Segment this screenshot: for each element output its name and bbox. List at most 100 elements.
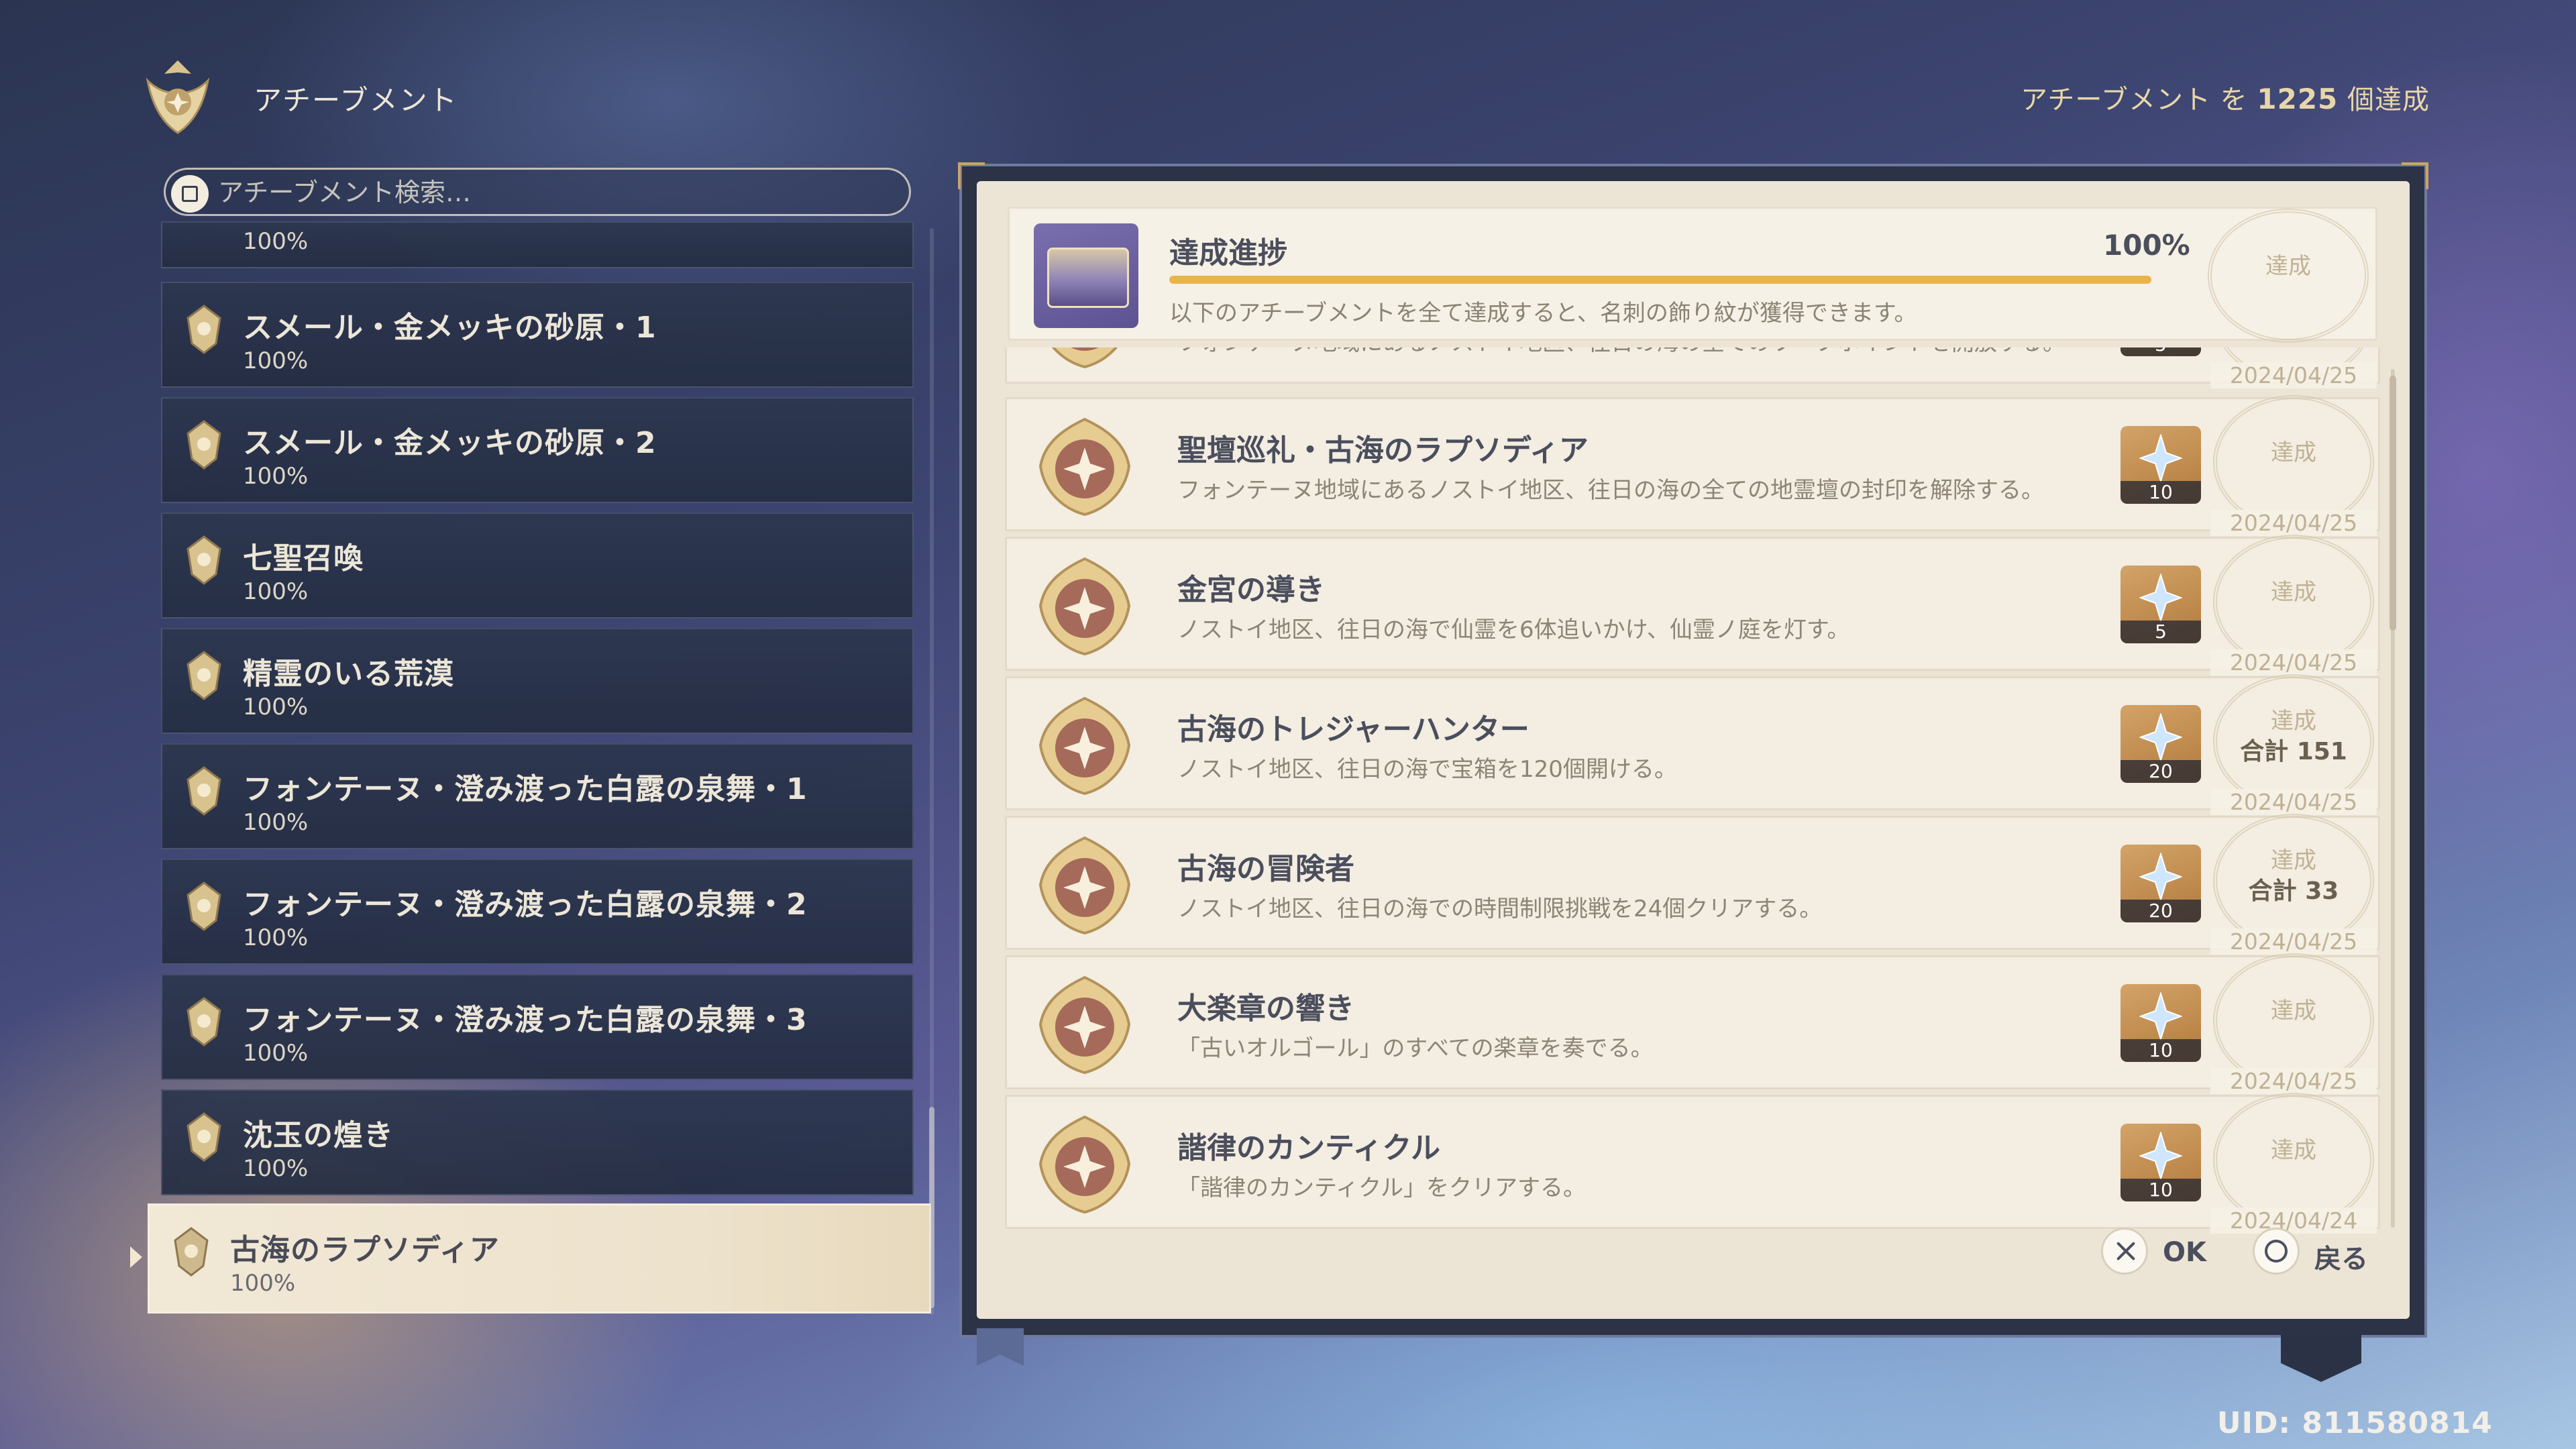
achievement-description: ノストイ地区、往日の海で仙霊を6体追いかけ、仙霊ノ庭を灯す。 [1177, 616, 1850, 643]
completion-date: 2024/04/25 [2210, 649, 2377, 676]
category-name: フォンテーヌ・澄み渡った白露の泉舞・1 [243, 772, 808, 806]
search-input[interactable] [217, 174, 890, 211]
achievement-description: 「古いオルゴール」のすべての楽章を奏でる。 [1177, 1035, 1654, 1062]
detail-panel: 達成進捗 100% 以下のアチーブメントを全て達成すると、名刺の飾り紋が獲得でき… [977, 181, 2410, 1319]
reward-quantity: 10 [2121, 481, 2201, 504]
primogem-icon [2139, 853, 2182, 901]
completion-date: 2024/04/25 [2210, 1068, 2377, 1094]
primogem-reward: 5 [2121, 347, 2201, 356]
category-item-selected[interactable]: 古海のラプソディア 100% [148, 1203, 931, 1313]
stamp-label: 達成 [2265, 253, 2311, 280]
achievement-medal-icon [1051, 347, 1118, 369]
stamp-label: 達成 [2271, 847, 2316, 874]
achievement-medal-icon [1038, 1115, 1131, 1214]
primogem-reward: 20 [2121, 705, 2201, 783]
user-id: UID: 811580814 [2216, 1406, 2493, 1440]
achievement-row[interactable]: 古海のトレジャーハンター ノストイ地区、往日の海で宝箱を120個開ける。 20 … [1005, 674, 2380, 815]
back-button[interactable]: 戻る [2253, 1228, 2387, 1276]
category-name: フォンテーヌ・澄み渡った白露の泉舞・2 [243, 888, 808, 922]
achievement-row[interactable]: 古海の冒険者 ノストイ地区、往日の海での時間制限挑戦を24個クリアする。 20 … [1005, 814, 2380, 955]
achievement-row[interactable]: 諧律のカンティクル 「諧律のカンティクル」をクリアする。 10 達成 2024/… [1005, 1093, 2380, 1234]
completion-stamp: 達成 合計 33 2024/04/25 [2210, 814, 2377, 955]
bookmark-ribbon [2281, 1335, 2361, 1382]
achievement-total: アチーブメント を 1225 個達成 [2021, 83, 2430, 115]
progress-title: 達成進捗 [1169, 236, 1287, 270]
category-item[interactable]: 七聖召喚 100% [161, 513, 914, 619]
completion-stamp: 達成 [2208, 209, 2369, 343]
achievement-title: 古海のトレジャーハンター [1177, 712, 1529, 747]
achievement-row[interactable]: フォンテーヌ地域にあるノストイ地区、往日の海の全てのワープポイントを開放する。 … [1005, 347, 2380, 388]
category-percent: 100% [243, 228, 309, 255]
ok-button[interactable]: OK [2101, 1228, 2235, 1276]
achievement-title: 金宮の導き [1177, 573, 1325, 607]
primogem-reward: 10 [2121, 426, 2201, 504]
progress-total: 合計 151 [2240, 738, 2347, 765]
completion-stamp: 達成 2024/04/25 [2210, 953, 2377, 1094]
achievement-badge-icon [186, 1112, 221, 1162]
achievement-row[interactable]: 聖壇巡礼・古海のラプソディア フォンテーヌ地域にあるノストイ地区、往日の海の全て… [1005, 395, 2380, 536]
achievement-badge-icon [186, 997, 221, 1046]
primogem-icon [2139, 713, 2182, 761]
achievement-medal-icon [1038, 417, 1131, 517]
achievement-row[interactable]: 金宮の導き ノストイ地区、往日の海で仙霊を6体追いかけ、仙霊ノ庭を灯す。 5 達… [1005, 535, 2380, 676]
back-label: 戻る [2314, 1244, 2368, 1275]
achievement-description: 「諧律のカンティクル」をクリアする。 [1177, 1175, 1586, 1201]
reward-quantity: 10 [2121, 1179, 2201, 1201]
category-item[interactable]: 精霊のいる荒漠 100% [161, 628, 914, 734]
category-item[interactable]: フォンテーヌ・澄み渡った白露の泉舞・3 100% [161, 974, 914, 1080]
category-item[interactable]: 沈玉の煌き 100% [161, 1089, 914, 1195]
progress-description: 以下のアチーブメントを全て達成すると、名刺の飾り紋が獲得できます。 [1169, 300, 1917, 327]
category-name: フォンテーヌ・澄み渡った白露の泉舞・3 [243, 1003, 808, 1037]
stamp-label: 達成 [2271, 998, 2316, 1024]
namecard-thumbnail [1034, 223, 1138, 328]
category-item[interactable]: 100% [161, 221, 914, 268]
reward-quantity: 20 [2121, 900, 2201, 922]
achievement-badge-icon [186, 420, 221, 470]
primogem-icon [2139, 574, 2182, 622]
cross-button-icon [2101, 1228, 2148, 1275]
selection-arrow-icon [130, 1246, 142, 1268]
stamp-label: 達成 [2271, 579, 2316, 606]
category-percent: 100% [230, 1270, 296, 1297]
completion-date: 2024/04/25 [2210, 362, 2377, 388]
achievement-scrollbar-thumb[interactable] [2390, 376, 2396, 631]
category-percent: 100% [243, 1155, 309, 1182]
category-scrollbar-thumb[interactable] [929, 1107, 934, 1308]
search-bar[interactable] [164, 168, 911, 216]
reward-quantity: 5 [2121, 621, 2201, 643]
achievement-badge-icon [186, 766, 221, 816]
category-percent: 100% [243, 809, 309, 836]
completion-stamp: 達成 2024/04/25 [2210, 535, 2377, 676]
completion-stamp: 2024/04/25 [2210, 347, 2377, 388]
achievement-badge-icon [186, 305, 221, 354]
achievement-row[interactable]: 大楽章の響き 「古いオルゴール」のすべての楽章を奏でる。 10 達成 2024/… [1005, 953, 2380, 1094]
achievement-medal-icon [1038, 975, 1131, 1075]
bookmark-ribbon [977, 1328, 1024, 1366]
achievement-emblem-icon [146, 60, 210, 134]
category-item[interactable]: スメール・金メッキの砂原・2 100% [161, 397, 914, 503]
completion-date: 2024/04/25 [2210, 510, 2377, 536]
category-name: 古海のラプソディア [230, 1233, 500, 1267]
achievement-description: フォンテーヌ地域にあるノストイ地区、往日の海の全てのワープポイントを開放する。 [1177, 347, 2065, 357]
achievement-title: 諧律のカンティクル [1177, 1131, 1441, 1165]
ok-label: OK [2163, 1237, 2206, 1268]
reward-quantity: 20 [2121, 760, 2201, 783]
achievement-title: 聖壇巡礼・古海のラプソディア [1177, 433, 1589, 468]
category-percent: 100% [243, 924, 309, 951]
completion-stamp: 達成 2024/04/24 [2210, 1093, 2377, 1234]
primogem-reward: 5 [2121, 566, 2201, 643]
achievement-medal-icon [1038, 557, 1131, 656]
completion-stamp: 達成 合計 151 2024/04/25 [2210, 674, 2377, 815]
completion-date: 2024/04/25 [2210, 928, 2377, 955]
primogem-icon [2139, 1132, 2182, 1180]
category-item[interactable]: フォンテーヌ・澄み渡った白露の泉舞・2 100% [161, 859, 914, 965]
category-percent: 100% [243, 463, 309, 490]
stamp-label: 達成 [2271, 708, 2316, 735]
category-item[interactable]: スメール・金メッキの砂原・1 100% [161, 282, 914, 388]
category-item[interactable]: フォンテーヌ・澄み渡った白露の泉舞・1 100% [161, 743, 914, 849]
progress-card: 達成進捗 100% 以下のアチーブメントを全て達成すると、名刺の飾り紋が獲得でき… [1008, 207, 2377, 343]
achievement-description: ノストイ地区、往日の海で宝箱を120個開ける。 [1177, 756, 1677, 783]
progress-total: 合計 33 [2248, 877, 2339, 905]
primogem-reward: 20 [2121, 845, 2201, 922]
search-button-icon[interactable] [171, 175, 209, 213]
